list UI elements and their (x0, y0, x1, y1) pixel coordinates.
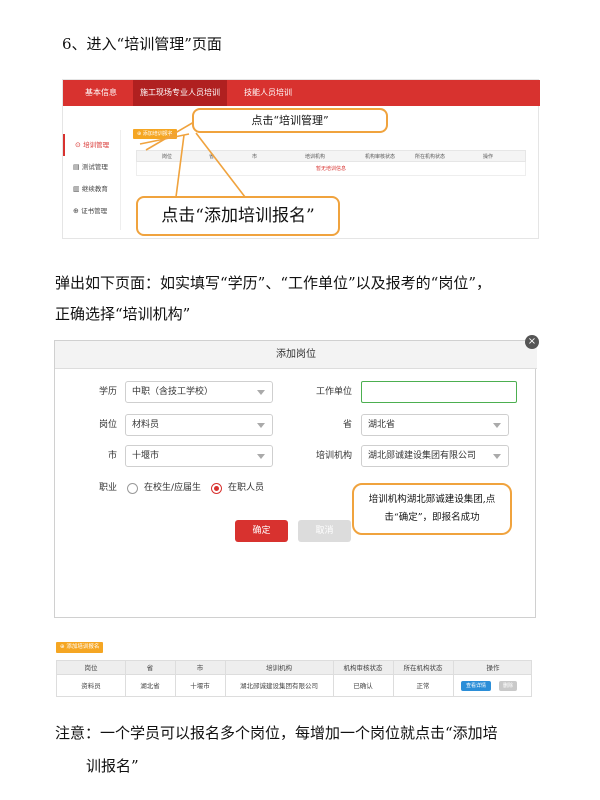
radio-employed-label[interactable]: 在职人员 (228, 477, 264, 499)
cell-province: 湖北省 (140, 682, 160, 690)
cell-org: 湖北郧诚建设集团有限公司 (240, 682, 318, 690)
post-select[interactable]: 材料员 (125, 414, 273, 436)
table-header: 岗位 省 市 培训机构 机构审核状态 所在机构状态 操作 (56, 660, 532, 675)
note-line-1: 注意：一个学员可以报名多个岗位，每增加一个岗位就点击“添加培 (55, 724, 498, 742)
cell-org-review: 已确认 (353, 682, 373, 690)
col-post: 岗位 (84, 664, 98, 672)
chevron-down-icon (493, 454, 501, 459)
org-label: 培训机构 (315, 451, 352, 461)
result-table-screenshot: ⊕ 添加培训报名 岗位 省 市 培训机构 机构审核状态 所在机构状态 操作 资料… (56, 638, 532, 703)
callout-training-mgmt: 点击“培训管理” (192, 108, 388, 133)
col-org-review: 机构审核状态 (343, 664, 383, 672)
org-select[interactable]: 湖北郧诚建设集团有限公司 (361, 445, 509, 467)
dialog-title: 添加岗位 (55, 341, 537, 369)
chevron-down-icon (257, 454, 265, 459)
note-line-2: 训报名” (86, 757, 139, 775)
instruction-line-2: 正确选择“培训机构” (55, 305, 191, 323)
chevron-down-icon (493, 423, 501, 428)
province-select[interactable]: 湖北省 (361, 414, 509, 436)
work-label: 工作单位 (315, 387, 352, 397)
callout-text: 点击“培训管理” (251, 114, 329, 127)
edu-select[interactable]: 中职（含技工学校） (125, 381, 273, 403)
job-label: 职业 (98, 483, 117, 493)
work-unit-input[interactable] (361, 381, 517, 403)
cell-city: 十堰市 (190, 682, 210, 690)
callout-dialog: 培训机构湖北郧诚建设集团,点击“确定”，即报名成功 (352, 483, 512, 535)
radio-employed[interactable] (211, 483, 222, 494)
delete-button[interactable]: 删除 (499, 681, 517, 691)
col-org: 培训机构 (266, 664, 292, 672)
province-label: 省 (342, 420, 352, 430)
confirm-button[interactable]: 确定 (235, 520, 288, 542)
cancel-button[interactable]: 取消 (298, 520, 351, 542)
table-row: 资料员 湖北省 十堰市 湖北郧诚建设集团有限公司 已确认 正常 查看详情 删除 (56, 675, 532, 697)
close-icon[interactable]: × (525, 335, 539, 349)
chevron-down-icon (257, 390, 265, 395)
col-action: 操作 (486, 664, 500, 672)
radio-student-label[interactable]: 在校生/应届生 (144, 477, 201, 499)
city-select[interactable]: 十堰市 (125, 445, 273, 467)
instruction-line-1: 弹出如下页面：如实填写“学历”、“工作单位”以及报考的“岗位”， (55, 274, 492, 292)
callout-text: 培训机构湖北郧诚建设集团,点击“确定”，即报名成功 (368, 494, 496, 523)
col-city: 市 (196, 664, 204, 672)
chevron-down-icon (257, 423, 265, 428)
add-training-button[interactable]: ⊕ 添加培训报名 (56, 642, 104, 653)
col-org-status: 所在机构状态 (403, 664, 443, 672)
cell-org-status: 正常 (416, 682, 430, 690)
radio-student[interactable] (127, 483, 138, 494)
cell-post: 资料员 (81, 682, 101, 690)
callout-text: 点击“添加培训报名” (161, 206, 315, 226)
edu-label: 学历 (98, 387, 117, 397)
add-post-dialog: 添加岗位 × 学历 中职（含技工学校） 工作单位 岗位 材料员 省 湖北省 市 … (54, 335, 539, 618)
col-province: 省 (146, 664, 154, 672)
city-label: 市 (107, 451, 117, 461)
post-label: 岗位 (98, 420, 117, 430)
view-detail-button[interactable]: 查看详情 (461, 681, 491, 691)
callout-add-training: 点击“添加培训报名” (136, 196, 340, 236)
